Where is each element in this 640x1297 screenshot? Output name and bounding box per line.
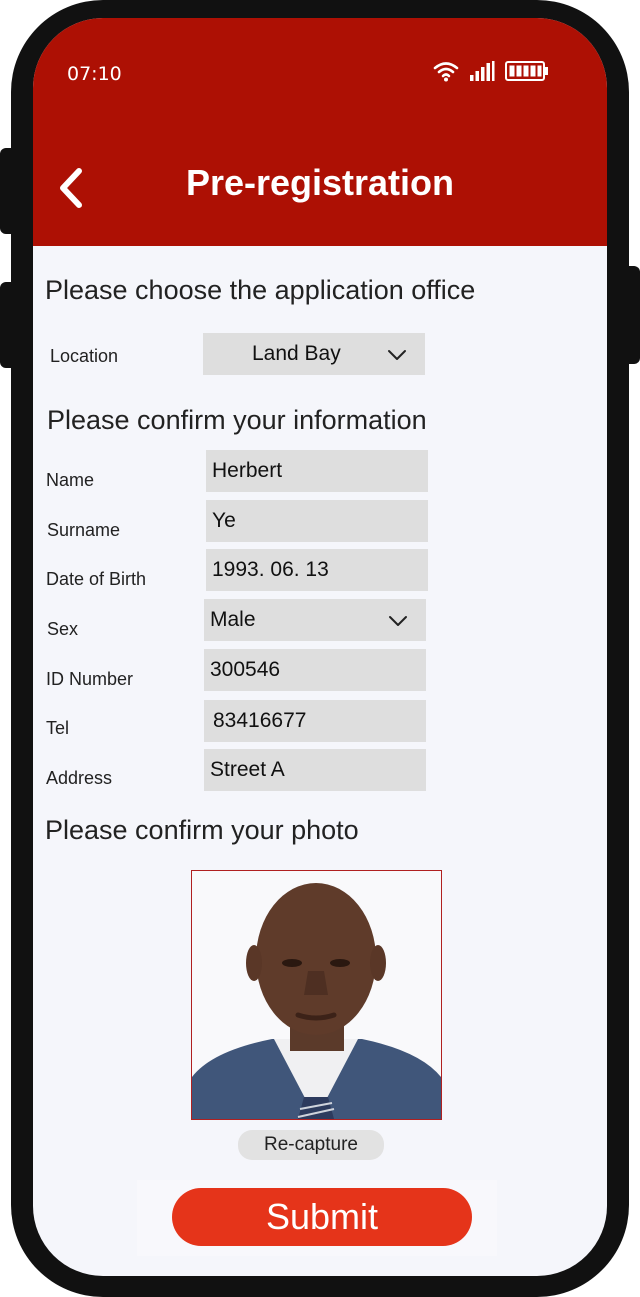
name-label: Name — [46, 470, 95, 490]
dob-value: 1993. 06. 13 — [212, 558, 329, 581]
tel-field[interactable]: 83416677 — [204, 700, 426, 742]
status-icons — [433, 60, 549, 82]
name-value: Herbert — [212, 459, 283, 482]
app-header: 07:10 Pre-registration — [33, 18, 607, 246]
person-portrait-icon — [192, 871, 441, 1119]
sex-label: Sex — [47, 619, 79, 639]
surname-label: Surname — [47, 520, 121, 540]
phone-screen: 07:10 Pre-registration Please choose the… — [33, 18, 607, 1276]
location-value: Land Bay — [252, 342, 341, 365]
id-number-field[interactable]: 300546 — [204, 649, 426, 691]
surname-field[interactable]: Ye — [206, 500, 428, 542]
tel-label: Tel — [46, 718, 70, 738]
office-section-title: Please choose the application office — [45, 275, 476, 305]
recapture-button[interactable]: Re-capture — [238, 1130, 384, 1160]
address-field[interactable]: Street A — [204, 749, 426, 791]
id-photo — [191, 870, 442, 1120]
photo-section-title: Please confirm your photo — [45, 815, 359, 845]
battery-icon — [505, 61, 549, 81]
dob-label: Date of Birth — [46, 569, 147, 589]
location-select[interactable]: Land Bay — [203, 333, 425, 375]
sex-select[interactable]: Male — [204, 599, 426, 641]
chevron-down-icon — [389, 616, 407, 626]
dob-field[interactable]: 1993. 06. 13 — [206, 549, 428, 591]
tel-value: 83416677 — [213, 709, 307, 732]
submit-button[interactable]: Submit — [172, 1188, 472, 1246]
address-label: Address — [46, 768, 113, 788]
info-section-title: Please confirm your information — [47, 405, 427, 435]
chevron-down-icon — [388, 350, 406, 360]
status-time: 07:10 — [67, 63, 122, 85]
id-number-label: ID Number — [46, 669, 134, 689]
wifi-icon — [433, 60, 459, 82]
address-value: Street A — [210, 758, 285, 781]
surname-value: Ye — [212, 509, 236, 532]
id-number-value: 300546 — [210, 658, 281, 681]
cellular-signal-icon — [469, 61, 495, 81]
location-label: Location — [50, 346, 119, 366]
sex-value: Male — [210, 608, 256, 631]
page-title: Pre-registration — [185, 162, 455, 203]
name-field[interactable]: Herbert — [206, 450, 428, 492]
